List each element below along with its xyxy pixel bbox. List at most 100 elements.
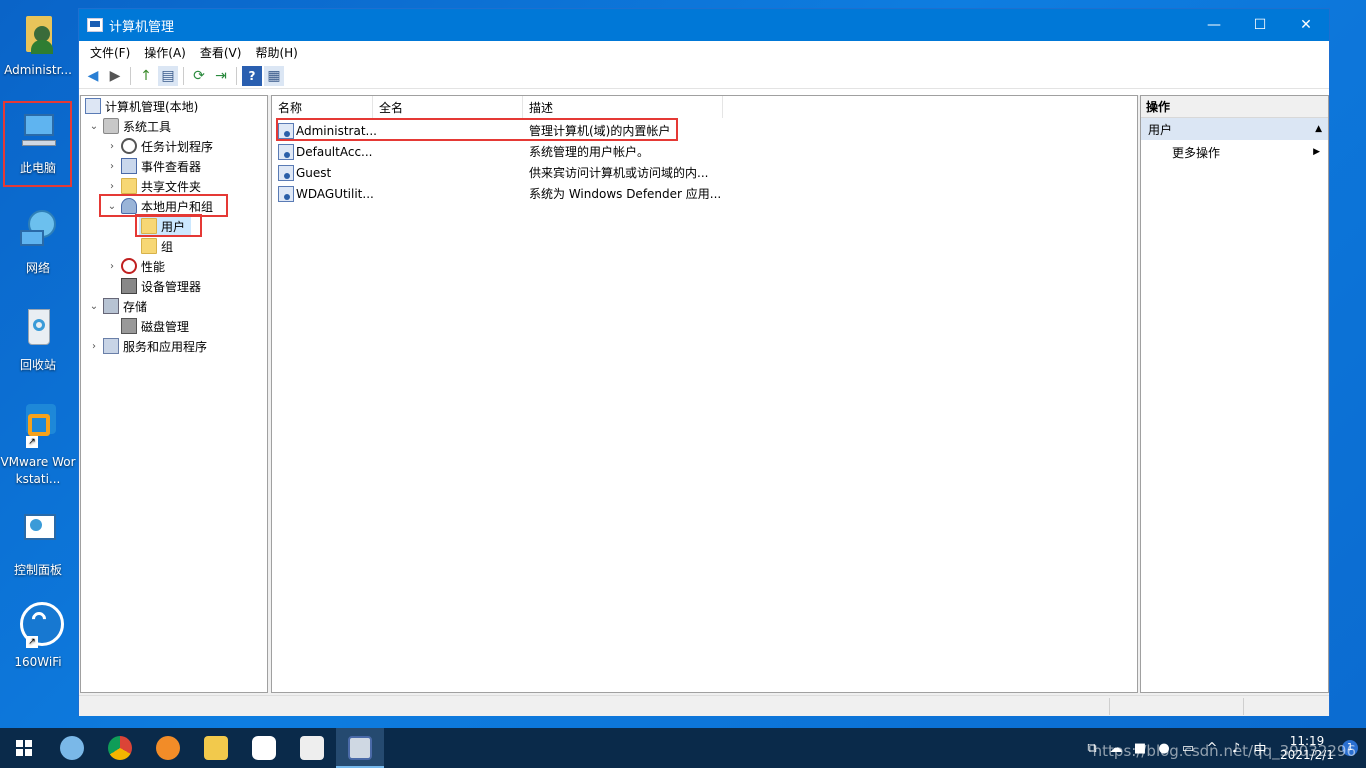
globe-icon bbox=[14, 208, 62, 256]
menu-bar: 文件(F) 操作(A) 查看(V) 帮助(H) bbox=[79, 41, 1329, 63]
export-list-icon[interactable]: ⇥ bbox=[211, 66, 231, 86]
tree-label: 设备管理器 bbox=[141, 279, 202, 294]
desktop-icon-network[interactable]: 网络 bbox=[0, 208, 76, 277]
actions-pane: 操作 用户 ▲ 更多操作 ▶ bbox=[1140, 95, 1329, 693]
event-viewer-icon bbox=[121, 158, 137, 174]
taskbar-app-chrome[interactable] bbox=[96, 728, 144, 768]
actions-section-users[interactable]: 用户 ▲ bbox=[1141, 118, 1328, 140]
chevron-down-icon[interactable]: ⌄ bbox=[87, 121, 101, 132]
typora-icon bbox=[300, 736, 324, 760]
tree-item-system-tools[interactable]: ⌄ 系统工具 bbox=[87, 116, 171, 136]
tree-label: 组 bbox=[161, 239, 174, 254]
vmware-icon: ↗ bbox=[14, 402, 62, 450]
tree-label: 共享文件夹 bbox=[141, 179, 202, 194]
more-actions-label: 更多操作 bbox=[1172, 145, 1221, 160]
user-name: DefaultAcc... bbox=[296, 144, 373, 159]
cloud-icon bbox=[252, 736, 276, 760]
user-description: 供来宾访问计算机或访问域的内... bbox=[529, 166, 709, 180]
window-title: 计算机管理 bbox=[109, 19, 175, 35]
user-account-icon bbox=[278, 164, 294, 181]
taskbar-app-computer-management[interactable] bbox=[336, 728, 384, 768]
app-bird-icon bbox=[60, 736, 84, 760]
taskbar-app-explorer[interactable] bbox=[192, 728, 240, 768]
tree-item-services-apps[interactable]: › 服务和应用程序 bbox=[87, 336, 207, 356]
start-button[interactable] bbox=[0, 728, 48, 768]
table-row[interactable]: DefaultAcc... 系统管理的用户帐户。 bbox=[272, 141, 732, 162]
collapse-caret-icon[interactable]: ▲ bbox=[1315, 124, 1322, 134]
performance-icon bbox=[121, 258, 137, 274]
chevron-right-icon[interactable]: › bbox=[105, 161, 119, 172]
up-folder-icon[interactable]: ↑ bbox=[136, 66, 156, 86]
tree-item-performance[interactable]: › 性能 bbox=[105, 256, 165, 276]
menu-view[interactable]: 查看(V) bbox=[193, 44, 249, 61]
menu-action[interactable]: 操作(A) bbox=[137, 44, 193, 61]
back-icon[interactable]: ◀ bbox=[83, 66, 103, 86]
user-name: Guest bbox=[296, 165, 332, 180]
desktop-icon-recycle-bin[interactable]: 回收站 bbox=[0, 305, 76, 374]
storage-icon bbox=[103, 298, 119, 314]
tree-item-storage[interactable]: ⌄ 存储 bbox=[87, 296, 147, 316]
control-panel-icon bbox=[14, 510, 62, 558]
menu-file[interactable]: 文件(F) bbox=[83, 44, 137, 61]
close-button[interactable]: ✕ bbox=[1283, 9, 1329, 41]
refresh-icon[interactable]: ⟳ bbox=[189, 66, 209, 86]
tree-item-device-manager[interactable]: 设备管理器 bbox=[119, 276, 201, 296]
more-actions-item[interactable]: 更多操作 ▶ bbox=[1141, 140, 1328, 164]
taskbar-app-typora[interactable] bbox=[288, 728, 336, 768]
services-icon bbox=[103, 338, 119, 354]
tree-item-task-scheduler[interactable]: › 任务计划程序 bbox=[105, 136, 213, 156]
desktop-icon-label: 控制面板 bbox=[13, 563, 62, 577]
folder-icon bbox=[141, 238, 157, 254]
chevron-right-icon[interactable]: › bbox=[105, 141, 119, 152]
toolbar: ◀ ▶ ↑ ▤ ⟳ ⇥ ? ▦ bbox=[79, 63, 1329, 89]
computer-management-icon bbox=[87, 18, 103, 32]
tree-item-root[interactable]: 计算机管理(本地) bbox=[83, 96, 198, 116]
chevron-right-icon[interactable]: › bbox=[105, 181, 119, 192]
tools-icon bbox=[103, 118, 119, 134]
forward-icon[interactable]: ▶ bbox=[105, 66, 125, 86]
taskbar-app-bird[interactable] bbox=[48, 728, 96, 768]
tree-item-event-viewer[interactable]: › 事件查看器 bbox=[105, 156, 201, 176]
taskbar-app-baidu[interactable] bbox=[240, 728, 288, 768]
table-row[interactable]: Guest 供来宾访问计算机或访问域的内... bbox=[272, 162, 732, 183]
tree-item-shared-folders[interactable]: › 共享文件夹 bbox=[105, 176, 201, 196]
tree-label: 任务计划程序 bbox=[141, 139, 214, 154]
disk-icon bbox=[121, 318, 137, 334]
recycle-bin-icon bbox=[14, 305, 62, 353]
highlight-users bbox=[135, 214, 202, 237]
tree-item-disk-management[interactable]: 磁盘管理 bbox=[119, 316, 189, 336]
desktop-icon-label: VMware Workstati... bbox=[0, 455, 76, 486]
actions-header: 操作 bbox=[1141, 96, 1328, 118]
app-orange-icon bbox=[156, 736, 180, 760]
desktop-icon-vmware[interactable]: ↗ VMware Workstati... bbox=[0, 402, 76, 488]
status-separator bbox=[1109, 698, 1110, 715]
user-description: 系统管理的用户帐户。 bbox=[529, 145, 650, 159]
desktop-icon-administrator[interactable]: Administr... bbox=[0, 10, 76, 79]
tree-item-groups[interactable]: 组 bbox=[139, 236, 173, 256]
column-header-fullname[interactable]: 全名 bbox=[373, 96, 523, 118]
title-bar[interactable]: 计算机管理 — ☐ ✕ bbox=[79, 9, 1329, 41]
show-hide-tree-icon[interactable]: ▤ bbox=[158, 65, 178, 86]
table-row[interactable]: WDAGUtilit... 系统为 Windows Defender 应用... bbox=[272, 183, 732, 204]
chevron-right-icon[interactable]: › bbox=[87, 341, 101, 352]
chevron-right-icon[interactable]: › bbox=[105, 261, 119, 272]
column-header-name[interactable]: 名称 bbox=[272, 96, 373, 118]
properties-icon[interactable]: ▦ bbox=[264, 65, 284, 86]
tree-label: 计算机管理(本地) bbox=[105, 99, 199, 114]
highlight-this-pc bbox=[3, 101, 72, 187]
minimize-button[interactable]: — bbox=[1191, 9, 1237, 41]
help-icon[interactable]: ? bbox=[242, 65, 262, 86]
computer-management-icon bbox=[85, 98, 101, 114]
chevron-down-icon[interactable]: ⌄ bbox=[87, 301, 101, 312]
user-list: 名称 全名 描述 Administrat... 管理计算机(域)的内置帐户 De… bbox=[271, 95, 1138, 693]
computer-management-icon bbox=[348, 736, 372, 760]
desktop-icon-160wifi[interactable]: ↗ 160WiFi bbox=[0, 602, 76, 671]
desktop-icon-control-panel[interactable]: 控制面板 bbox=[0, 510, 76, 579]
chrome-icon bbox=[108, 736, 132, 760]
wifi-icon: ↗ bbox=[14, 602, 64, 650]
taskbar-app-orange[interactable] bbox=[144, 728, 192, 768]
column-header-description[interactable]: 描述 bbox=[523, 96, 723, 118]
maximize-button[interactable]: ☐ bbox=[1237, 9, 1283, 41]
menu-help[interactable]: 帮助(H) bbox=[248, 44, 304, 61]
tree-label: 系统工具 bbox=[123, 119, 172, 134]
